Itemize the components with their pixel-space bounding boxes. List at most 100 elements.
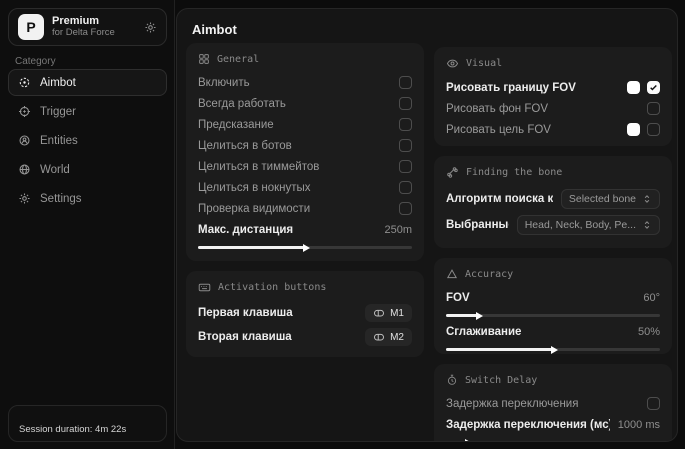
color-swatch[interactable] — [627, 81, 640, 94]
brand-title: Premium — [52, 15, 136, 28]
smoothing-slider[interactable] — [446, 348, 660, 351]
checkbox[interactable] — [399, 139, 412, 152]
globe-icon — [18, 163, 31, 176]
sidebar-item-label: Entities — [40, 135, 78, 147]
accuracy-header-label: Accuracy — [465, 269, 513, 280]
sidebar-item-entities[interactable]: Entities — [8, 127, 167, 154]
category-label: Category — [15, 56, 56, 67]
switch-delay-header: Switch Delay — [446, 374, 660, 386]
chevron-up-down-icon — [642, 220, 652, 230]
checkbox[interactable] — [399, 118, 412, 131]
session-duration-box: Session duration: 4m 22s — [8, 405, 167, 442]
slider-row: Задержка переключения (мс) 1000 ms — [446, 414, 660, 435]
general-header-label: General — [217, 54, 259, 65]
sidebar-item-world[interactable]: World — [8, 156, 167, 183]
sync-gear-icon[interactable] — [144, 21, 157, 34]
selected-bones-dropdown[interactable]: Head, Neck, Body, Pe... — [517, 215, 660, 235]
slider-value: 1000 ms — [618, 419, 660, 431]
checkbox[interactable] — [399, 181, 412, 194]
slider-thumb[interactable] — [303, 244, 310, 252]
keybind-button-m1[interactable]: M1 — [365, 304, 412, 322]
sidebar-nav: Aimbot Trigger Entities — [8, 69, 167, 214]
session-duration-text: Session duration: 4m 22s — [19, 424, 126, 435]
switch-delay-card: Switch Delay Задержка переключения Задер… — [434, 364, 672, 442]
fov-slider[interactable] — [446, 314, 660, 317]
slider-label: FOV — [446, 292, 470, 304]
checkbox[interactable] — [647, 102, 660, 115]
checkbox[interactable] — [647, 397, 660, 410]
bone-icon — [446, 166, 459, 179]
accuracy-card: Accuracy FOV 60° Сглаживание 50% — [434, 258, 672, 354]
mouse-icon — [373, 331, 385, 343]
bone-algorithm-dropdown[interactable]: Selected bone — [561, 189, 660, 209]
keyboard-icon — [198, 281, 211, 294]
setting-label: Проверка видимости — [198, 203, 310, 215]
slider-thumb[interactable] — [551, 346, 558, 354]
activation-header: Activation buttons — [198, 281, 412, 294]
bone-card: Finding the bone Алгоритм поиска кости S… — [434, 156, 672, 248]
crosshair-icon — [18, 76, 31, 89]
keybind-label: Вторая клавиша — [198, 331, 292, 343]
slider-label: Макс. дистанция — [198, 224, 293, 236]
setting-row: Включить — [198, 72, 412, 93]
color-swatch[interactable] — [627, 123, 640, 136]
eye-icon — [446, 57, 459, 70]
keybind-value: M1 — [390, 308, 404, 319]
brand-subtitle: for Delta Force — [52, 28, 136, 39]
setting-row: Задержка переключения — [446, 393, 660, 414]
dropdown-label: Алгоритм поиска кости — [446, 193, 553, 205]
brand-text: Premium for Delta Force — [52, 15, 136, 39]
setting-row: Целиться в нокнутых — [198, 177, 412, 198]
app-logo: P — [18, 14, 44, 40]
keybind-value: M2 — [390, 332, 404, 343]
checkbox[interactable] — [399, 202, 412, 215]
setting-label: Включить — [198, 77, 250, 89]
dropdown-row: Выбранные кости Head, Neck, Body, Pe... — [446, 212, 660, 238]
setting-row: Всегда работать — [198, 93, 412, 114]
activation-card: Activation buttons Первая клавиша M1 Вто… — [186, 271, 424, 357]
grid-icon — [198, 53, 210, 65]
sidebar-item-aimbot[interactable]: Aimbot — [8, 69, 167, 96]
trigger-icon — [18, 105, 31, 118]
sidebar-item-settings[interactable]: Settings — [8, 185, 167, 212]
setting-label: Целиться в ботов — [198, 140, 292, 152]
brand-card: P Premium for Delta Force — [8, 8, 167, 46]
timer-icon — [446, 374, 458, 386]
slider-value: 50% — [638, 326, 660, 338]
setting-label: Рисовать цель FOV — [446, 124, 551, 136]
checkbox[interactable] — [399, 76, 412, 89]
checkbox[interactable] — [399, 97, 412, 110]
mouse-icon — [373, 307, 385, 319]
sidebar-item-label: World — [40, 164, 70, 176]
setting-row: Проверка видимости — [198, 198, 412, 219]
checkbox[interactable] — [399, 160, 412, 173]
keybind-button-m2[interactable]: M2 — [365, 328, 412, 346]
setting-label: Рисовать границу FOV — [446, 82, 576, 94]
dropdown-value: Selected bone — [569, 193, 636, 205]
switch-delay-slider[interactable] — [446, 441, 660, 442]
bone-header: Finding the bone — [446, 166, 660, 179]
sidebar-item-trigger[interactable]: Trigger — [8, 98, 167, 125]
slider-label: Сглаживание — [446, 326, 521, 338]
accuracy-header: Accuracy — [446, 268, 660, 280]
slider-thumb[interactable] — [476, 312, 483, 320]
slider-label: Задержка переключения (мс) — [446, 419, 610, 431]
slider-thumb[interactable] — [465, 439, 472, 443]
checkbox[interactable] — [647, 123, 660, 136]
setting-label: Задержка переключения — [446, 398, 578, 410]
max-distance-slider[interactable] — [198, 246, 412, 249]
dropdown-label: Выбранные кости — [446, 219, 509, 231]
checkbox[interactable] — [647, 81, 660, 94]
setting-label: Предсказание — [198, 119, 274, 131]
sidebar-item-label: Settings — [40, 193, 82, 205]
general-header: General — [198, 53, 412, 65]
visual-header: Visual — [446, 57, 660, 70]
switch-delay-header-label: Switch Delay — [465, 375, 537, 386]
sidebar: P Premium for Delta Force Category Aimbo… — [0, 0, 175, 449]
main-panel: Aimbot General Включить Всегда работать — [176, 8, 678, 442]
setting-label: Всегда работать — [198, 98, 286, 110]
setting-label: Целиться в нокнутых — [198, 182, 311, 194]
left-column: General Включить Всегда работать Предска… — [186, 43, 424, 367]
bone-header-label: Finding the bone — [466, 167, 562, 178]
setting-label: Целиться в тиммейтов — [198, 161, 319, 173]
